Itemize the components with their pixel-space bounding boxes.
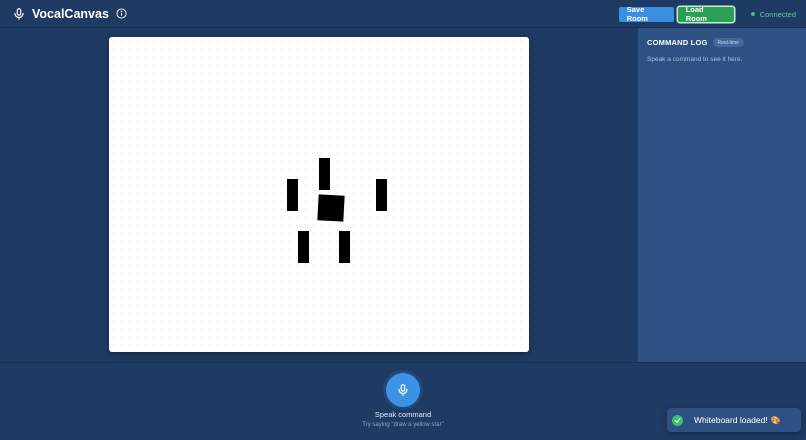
canvas-shape[interactable]	[319, 158, 330, 190]
canvas-shape[interactable]	[317, 194, 345, 222]
command-log-panel: COMMAND LOG Real-time Speak a command to…	[638, 28, 806, 362]
status-label: Connected	[759, 9, 796, 19]
speak-command-button[interactable]	[386, 373, 420, 407]
canvas-shape[interactable]	[339, 231, 350, 263]
microphone-icon	[398, 384, 408, 396]
workspace	[0, 28, 638, 362]
realtime-badge: Real-time	[712, 38, 744, 47]
toast-message: Whiteboard loaded!	[694, 415, 768, 425]
canvas-shape[interactable]	[287, 179, 298, 211]
status-dot-icon	[750, 12, 755, 16]
app-header: VocalCanvas Save Room Load Room Connecte…	[0, 0, 806, 28]
connection-status: Connected	[750, 9, 796, 19]
canvas-shape[interactable]	[298, 231, 309, 263]
palette-icon: 🎨	[770, 415, 781, 425]
info-icon[interactable]	[116, 8, 127, 19]
load-room-button[interactable]: Load Room	[677, 5, 734, 23]
command-log-empty: Speak a command to see it here.	[647, 56, 743, 63]
save-room-button[interactable]: Save Room	[618, 5, 674, 23]
check-icon	[672, 414, 683, 426]
canvas-shape[interactable]	[376, 179, 387, 211]
microphone-icon	[14, 7, 24, 20]
toast-notification: Whiteboard loaded! 🎨	[667, 408, 801, 432]
brand: VocalCanvas	[12, 7, 127, 21]
command-log-header: COMMAND LOG Real-time	[647, 38, 806, 47]
command-log-title: COMMAND LOG	[647, 38, 708, 47]
header-actions: Save Room Load Room Connected	[618, 0, 796, 28]
app-title: VocalCanvas	[32, 6, 109, 21]
whiteboard-canvas[interactable]	[109, 37, 529, 352]
